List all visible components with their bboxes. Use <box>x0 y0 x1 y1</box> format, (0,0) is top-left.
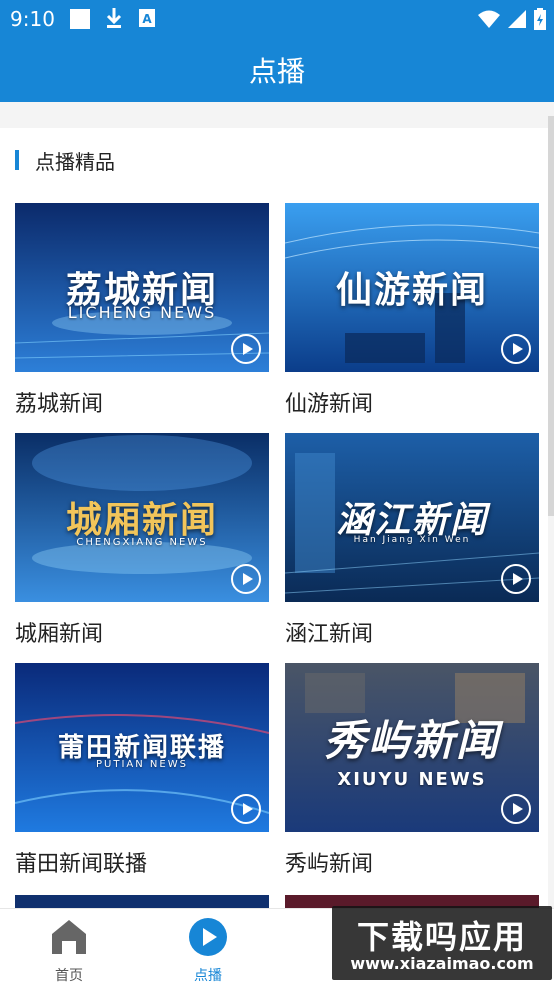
video-thumbnail[interactable]: 秀屿新闻 XIUYU NEWS <box>285 663 539 832</box>
video-card[interactable]: 城厢新闻 CHENGXIANG NEWS 城厢新闻 <box>15 433 269 648</box>
thumbnail-subtitle: CHENGXIANG NEWS <box>76 537 208 548</box>
video-thumbnail[interactable]: 仙游新闻 <box>285 203 539 372</box>
nav-item-home[interactable]: 首页 <box>29 917 109 984</box>
thumbnail-subtitle: LICHENG NEWS <box>67 303 217 322</box>
video-card[interactable]: 仙游新闻 仙游新闻 <box>285 203 539 418</box>
content-panel: 点播精品 荔城新闻 LICHENG NEWS 荔城新闻 仙游新闻 仙游新闻 城厢… <box>0 128 548 908</box>
download-icon <box>106 8 122 28</box>
nav-item-vod[interactable]: 点播 <box>168 917 248 984</box>
play-icon[interactable] <box>501 334 531 364</box>
thumbnail-subtitle: XIUYU NEWS <box>337 769 487 790</box>
scrollbar[interactable] <box>548 116 554 516</box>
play-icon[interactable] <box>231 334 261 364</box>
video-thumbnail[interactable]: 莆田新闻联播 PUTIAN NEWS <box>15 663 269 832</box>
content-scroll[interactable]: 点播精品 荔城新闻 LICHENG NEWS 荔城新闻 仙游新闻 仙游新闻 城厢… <box>0 102 554 908</box>
video-thumbnail[interactable]: 城厢新闻 CHENGXIANG NEWS <box>15 433 269 602</box>
video-thumbnail[interactable]: 荔城新闻 LICHENG NEWS <box>15 203 269 372</box>
thumbnail-subtitle: PUTIAN NEWS <box>96 759 188 770</box>
video-thumbnail[interactable]: 涵江新闻 Han Jiang Xin Wen <box>285 433 539 602</box>
app-bar: 点播 <box>0 38 554 102</box>
svg-text:A: A <box>142 12 152 26</box>
section-header: 点播精品 <box>15 148 115 174</box>
section-title: 点播精品 <box>35 149 115 174</box>
status-bar: 9:10 A <box>0 0 554 38</box>
status-right-icons <box>478 6 546 32</box>
section-accent-bar <box>15 150 19 170</box>
video-title[interactable]: 城厢新闻 <box>15 616 269 648</box>
wifi-icon <box>478 10 500 28</box>
home-icon <box>52 920 86 954</box>
play-icon[interactable] <box>501 794 531 824</box>
play-circle-icon <box>189 918 227 956</box>
watermark-logo: 下载吗应用 www.xiazaimao.com <box>332 906 552 980</box>
signal-icon <box>508 10 526 28</box>
thumbnail-title: 仙游新闻 <box>335 270 488 311</box>
watermark-title: 下载吗应用 <box>356 918 527 956</box>
play-icon[interactable] <box>231 564 261 594</box>
video-card[interactable]: 荔城新闻 LICHENG NEWS 荔城新闻 <box>15 203 269 418</box>
status-time: 9:10 <box>10 7 55 31</box>
notification-square-icon <box>70 9 90 29</box>
page-title: 点播 <box>248 55 305 88</box>
video-card[interactable]: 莆田新闻联播 PUTIAN NEWS 莆田新闻联播 <box>15 663 269 878</box>
video-card[interactable]: 秀屿新闻 XIUYU NEWS 秀屿新闻 <box>285 663 539 878</box>
video-thumbnail-partial[interactable] <box>15 895 269 908</box>
video-title[interactable]: 涵江新闻 <box>285 616 539 648</box>
video-card[interactable]: 涵江新闻 Han Jiang Xin Wen 涵江新闻 <box>285 433 539 648</box>
battery-icon <box>534 8 546 30</box>
nav-label-vod: 点播 <box>194 968 222 984</box>
video-title[interactable]: 荔城新闻 <box>15 386 269 418</box>
video-title[interactable]: 仙游新闻 <box>285 386 539 418</box>
thumbnail-title: 城厢新闻 <box>65 500 218 541</box>
thumbnail-subtitle: Han Jiang Xin Wen <box>353 535 471 545</box>
video-title[interactable]: 秀屿新闻 <box>285 846 539 878</box>
text-a-icon: A <box>139 9 155 27</box>
play-icon[interactable] <box>501 564 531 594</box>
play-icon[interactable] <box>231 794 261 824</box>
thumbnail-title: 秀屿新闻 <box>323 716 500 765</box>
watermark-url: www.xiazaimao.com <box>350 954 534 973</box>
nav-label-home: 首页 <box>55 968 83 984</box>
video-title[interactable]: 莆田新闻联播 <box>15 846 269 878</box>
